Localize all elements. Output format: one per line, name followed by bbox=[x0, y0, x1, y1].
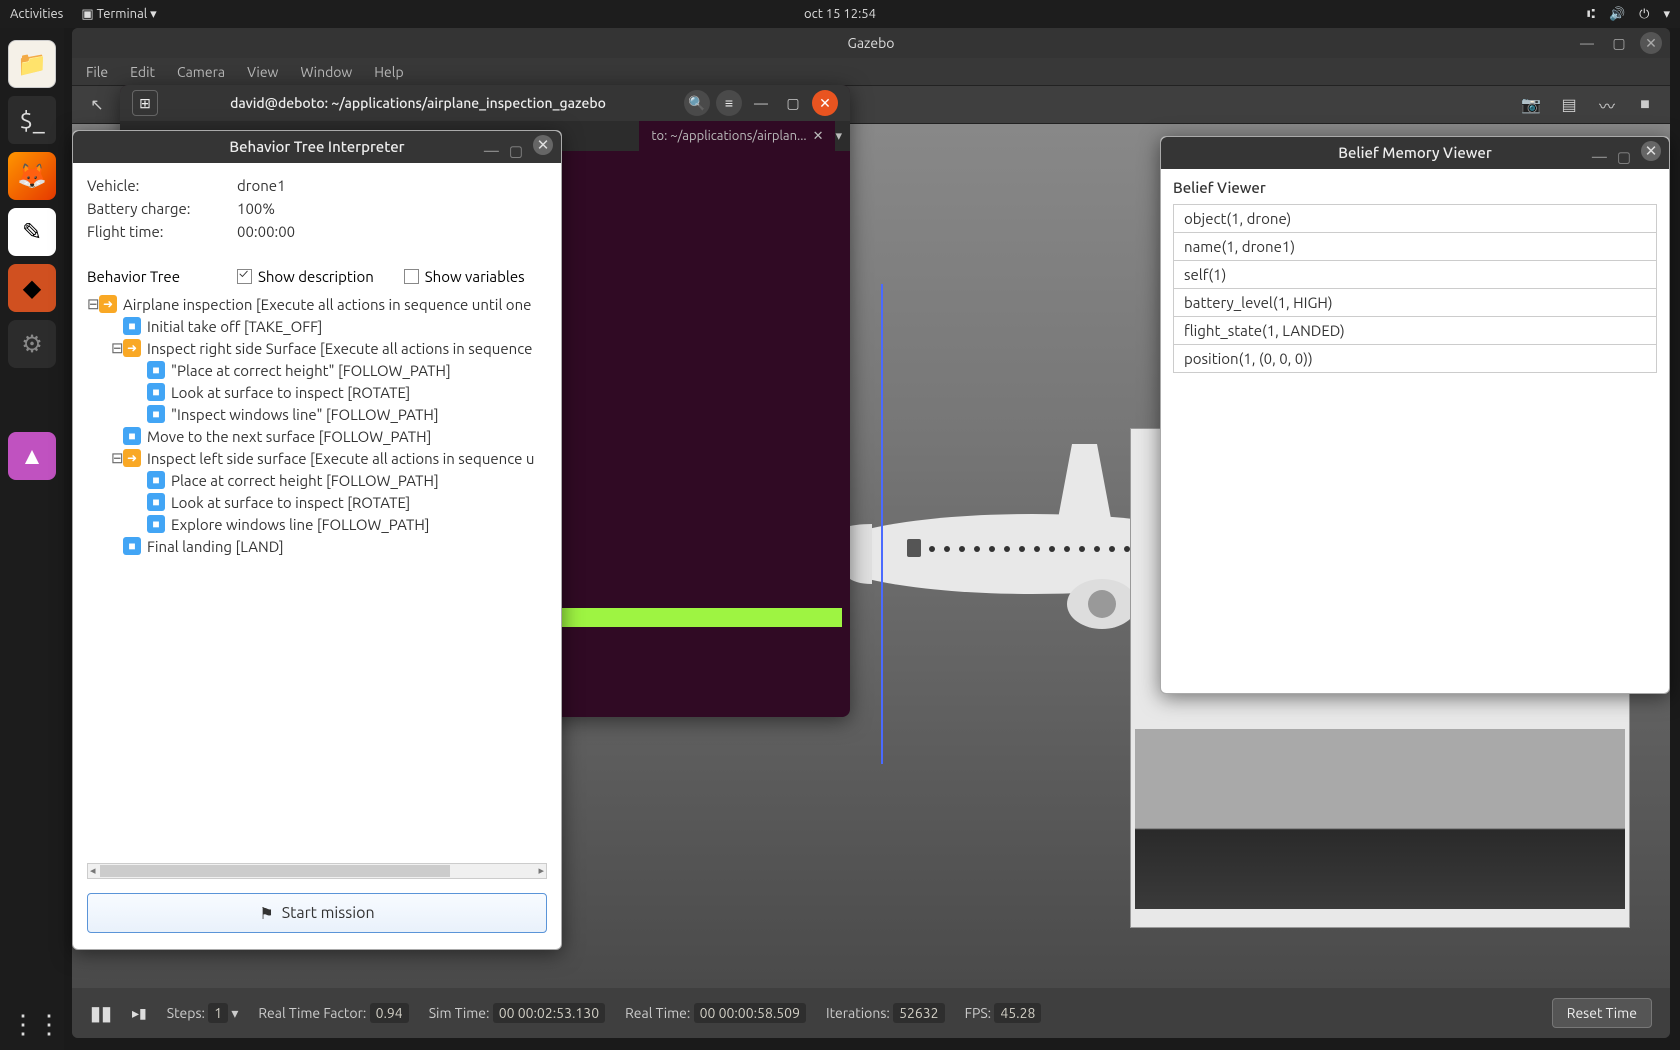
tree-node[interactable]: ■Move to the next surface [FOLLOW_PATH] bbox=[87, 425, 547, 447]
belief-item[interactable]: position(1, (0, 0, 0)) bbox=[1173, 345, 1657, 373]
text-editor-icon[interactable]: ✎ bbox=[8, 208, 56, 256]
belief-item[interactable]: flight_state(1, LANDED) bbox=[1173, 317, 1657, 345]
screenshot-icon[interactable]: 📷 bbox=[1516, 90, 1546, 120]
tree-node[interactable]: ■Initial take off [TAKE_OFF] bbox=[87, 315, 547, 337]
image-viewer-icon[interactable]: ▲ bbox=[8, 432, 56, 480]
gazebo-statusbar: ▮▮ ▸▮ Steps: 1 ▾ Real Time Factor: 0.94 … bbox=[72, 988, 1670, 1038]
minimize-button[interactable]: — bbox=[484, 135, 499, 167]
dock: 📁 $_ 🦊 ✎ ◆ ⚙ ▲ ⋮⋮⋮ bbox=[0, 28, 64, 1050]
maximize-button[interactable]: ▢ bbox=[1617, 141, 1631, 173]
plot-icon[interactable]: 〰 bbox=[1592, 90, 1622, 120]
step-icon[interactable]: ▸▮ bbox=[132, 1005, 147, 1022]
close-button[interactable]: ✕ bbox=[533, 135, 553, 155]
search-icon[interactable]: 🔍 bbox=[684, 90, 710, 116]
menu-camera[interactable]: Camera bbox=[177, 64, 225, 80]
select-tool-icon[interactable]: ↖ bbox=[82, 90, 112, 120]
maximize-button[interactable]: ▢ bbox=[1608, 32, 1630, 54]
terminal-tab[interactable]: to: ~/applications/airplan... ✕ bbox=[639, 121, 835, 151]
files-icon[interactable]: 📁 bbox=[8, 40, 56, 88]
tree-node[interactable]: ■Explore windows line [FOLLOW_PATH] bbox=[87, 513, 547, 535]
menu-view[interactable]: View bbox=[247, 64, 278, 80]
flight-time-label: Flight time: bbox=[87, 223, 237, 240]
maximize-button[interactable]: ▢ bbox=[780, 90, 806, 116]
belief-item[interactable]: object(1, drone) bbox=[1173, 204, 1657, 233]
tree-node[interactable]: ■Place at correct height [FOLLOW_PATH] bbox=[87, 469, 547, 491]
tree-node[interactable]: ⊟➜Inspect left side surface [Execute all… bbox=[87, 447, 547, 469]
battery-label: Battery charge: bbox=[87, 200, 237, 217]
flag-icon: ⚑ bbox=[259, 904, 273, 923]
tree-node[interactable]: ■"Place at correct height" [FOLLOW_PATH] bbox=[87, 359, 547, 381]
tree-node[interactable]: ⊟➜Inspect right side Surface [Execute al… bbox=[87, 337, 547, 359]
camera-image bbox=[1135, 729, 1625, 909]
show-description-checkbox[interactable] bbox=[237, 269, 252, 284]
scrollbar[interactable]: ◂ ▸ bbox=[87, 863, 547, 879]
firefox-icon[interactable]: 🦊 bbox=[8, 152, 56, 200]
app-icon-2[interactable] bbox=[8, 376, 56, 424]
terminal-title: david@deboto: ~/applications/airplane_in… bbox=[158, 95, 678, 111]
terminal-titlebar: ⊞ david@deboto: ~/applications/airplane_… bbox=[120, 85, 850, 121]
menu-edit[interactable]: Edit bbox=[130, 64, 155, 80]
close-button[interactable]: ✕ bbox=[1641, 141, 1661, 161]
pause-icon[interactable]: ▮▮ bbox=[90, 1001, 112, 1025]
network-icon[interactable]: ⑆ bbox=[1587, 7, 1595, 21]
minimize-button[interactable]: — bbox=[1576, 32, 1598, 54]
hamburger-icon[interactable]: ≡ bbox=[716, 90, 742, 116]
window-title: Behavior Tree Interpreter — ▢ ✕ bbox=[73, 131, 561, 163]
menu-file[interactable]: File bbox=[86, 64, 108, 80]
gazebo-menubar: File Edit Camera View Window Help bbox=[72, 58, 1670, 86]
z-axis-gizmo bbox=[872, 284, 912, 784]
clock[interactable]: oct 15 12:54 bbox=[804, 7, 876, 21]
tab-dropdown-icon[interactable]: ▾ bbox=[835, 129, 842, 144]
belief-item[interactable]: self(1) bbox=[1173, 261, 1657, 289]
belief-item[interactable]: name(1, drone1) bbox=[1173, 233, 1657, 261]
minimize-button[interactable]: — bbox=[748, 90, 774, 116]
window-title: Gazebo — ▢ ✕ bbox=[72, 28, 1670, 58]
tree-node[interactable]: ⊟➜Airplane inspection [Execute all actio… bbox=[87, 293, 547, 315]
terminal-menu[interactable]: ▣ Terminal ▾ bbox=[81, 7, 156, 22]
vehicle-value: drone1 bbox=[237, 177, 286, 194]
log-icon[interactable]: ▤ bbox=[1554, 90, 1584, 120]
behavior-tree-label: Behavior Tree bbox=[87, 268, 237, 285]
system-menu-chevron-icon[interactable]: ▾ bbox=[1663, 7, 1670, 22]
close-button[interactable]: ✕ bbox=[1640, 32, 1662, 54]
app-icon[interactable]: ◆ bbox=[8, 264, 56, 312]
tree-node[interactable]: ■"Inspect windows line" [FOLLOW_PATH] bbox=[87, 403, 547, 425]
volume-icon[interactable]: 🔊 bbox=[1609, 7, 1625, 22]
terminal-icon[interactable]: $_ bbox=[8, 96, 56, 144]
belief-item[interactable]: battery_level(1, HIGH) bbox=[1173, 289, 1657, 317]
show-variables-label: Show variables bbox=[425, 268, 525, 285]
belief-memory-window: Belief Memory Viewer — ▢ ✕ Belief Viewer… bbox=[1160, 136, 1670, 694]
show-description-label: Show description bbox=[258, 268, 374, 285]
reset-time-button[interactable]: Reset Time bbox=[1552, 998, 1652, 1028]
flight-time-value: 00:00:00 bbox=[237, 223, 295, 240]
menu-help[interactable]: Help bbox=[374, 64, 403, 80]
vehicle-label: Vehicle: bbox=[87, 177, 237, 194]
tree-node[interactable]: ■Look at surface to inspect [ROTATE] bbox=[87, 491, 547, 513]
tree-node[interactable]: ■Look at surface to inspect [ROTATE] bbox=[87, 381, 547, 403]
minimize-button[interactable]: — bbox=[1592, 141, 1607, 173]
tree-node[interactable]: ■Final landing [LAND] bbox=[87, 535, 547, 557]
power-icon[interactable]: ⏻ bbox=[1639, 7, 1649, 22]
behavior-tree-window: Behavior Tree Interpreter — ▢ ✕ Vehicle:… bbox=[72, 130, 562, 950]
maximize-button[interactable]: ▢ bbox=[509, 135, 523, 167]
show-variables-checkbox[interactable] bbox=[404, 269, 419, 284]
activities-button[interactable]: Activities bbox=[10, 7, 63, 21]
window-title: Belief Memory Viewer — ▢ ✕ bbox=[1161, 137, 1669, 169]
new-tab-button[interactable]: ⊞ bbox=[132, 90, 158, 116]
start-mission-button[interactable]: ⚑ Start mission bbox=[87, 893, 547, 933]
settings-icon[interactable]: ⚙ bbox=[8, 320, 56, 368]
gnome-topbar: Activities ▣ Terminal ▾ oct 15 12:54 ⑆ 🔊… bbox=[0, 0, 1680, 28]
close-button[interactable]: ✕ bbox=[812, 90, 838, 116]
battery-value: 100% bbox=[237, 200, 275, 217]
menu-window[interactable]: Window bbox=[300, 64, 352, 80]
belief-viewer-header: Belief Viewer bbox=[1173, 179, 1657, 196]
behavior-tree[interactable]: ⊟➜Airplane inspection [Execute all actio… bbox=[87, 293, 547, 859]
record-icon[interactable]: ■ bbox=[1630, 90, 1660, 120]
